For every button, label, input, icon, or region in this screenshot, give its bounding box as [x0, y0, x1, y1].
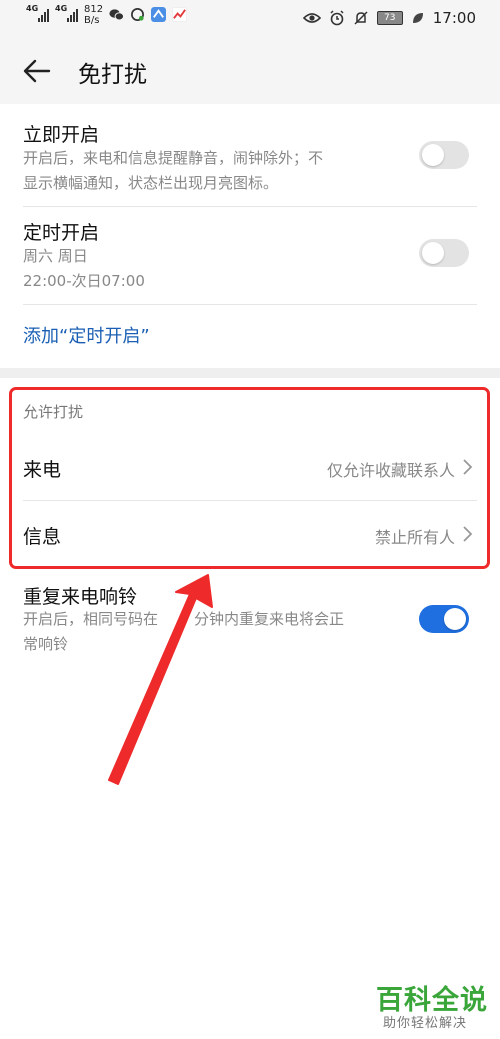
- status-bar: 4G 4G 812 B/s 73 17:00: [0, 0, 500, 38]
- dnd-settings-section: 立即开启 开启后，来电和信息提醒静音，闹钟除外；不 显示横幅通知，状态栏出现月亮…: [0, 104, 500, 368]
- alarm-icon: [330, 10, 344, 26]
- immediate-toggle[interactable]: [419, 141, 469, 169]
- add-schedule-link[interactable]: 添加“定时开启”: [23, 322, 150, 348]
- signal-label: 4G: [55, 4, 68, 13]
- back-arrow-icon[interactable]: [22, 56, 52, 86]
- calls-row[interactable]: 来电 仅允许收藏联系人: [0, 433, 500, 499]
- scheduled-time-range: 22:00-次日07:00: [23, 272, 145, 290]
- status-right: 73 17:00: [302, 9, 476, 27]
- immediate-description-line1: 开启后，来电和信息提醒静音，闹钟除外；不: [23, 149, 324, 167]
- divider: [23, 206, 477, 207]
- leaf-icon: [412, 13, 423, 23]
- repeat-calls-description-end: 分钟内重复来电将会正: [194, 610, 345, 628]
- repeat-calls-description-start: 开启后，相同号码在: [23, 610, 159, 628]
- watermark-subtitle: 助你轻松解决: [383, 1016, 468, 1031]
- net-speed-value: 812: [84, 4, 104, 15]
- calls-value: 仅允许收藏联系人: [326, 461, 455, 480]
- section-gap: [0, 368, 500, 378]
- scheduled-toggle[interactable]: [419, 239, 469, 267]
- net-speed-unit: B/s: [84, 15, 100, 26]
- clock: 17:00: [432, 9, 476, 27]
- eye-icon: [302, 13, 321, 23]
- messages-label: 信息: [23, 526, 62, 548]
- repeat-calls-title: 重复来电响铃: [23, 586, 138, 608]
- signal-icon: 4G: [55, 4, 78, 22]
- divider: [23, 304, 477, 305]
- immediate-title: 立即开启: [23, 124, 100, 146]
- message-icon: [131, 8, 145, 21]
- wechat-icon: [109, 9, 125, 21]
- messages-value: 禁止所有人: [374, 528, 455, 547]
- signal-label: 4G: [26, 4, 39, 13]
- signal-icon: 4G: [26, 4, 49, 22]
- chevron-right-icon: [463, 459, 473, 475]
- messages-row[interactable]: 信息 禁止所有人: [0, 501, 500, 567]
- scheduled-days: 周六 周日: [23, 247, 88, 265]
- allow-interruptions-section: 允许打扰 来电 仅允许收藏联系人 信息 禁止所有人 重复来电响铃 开启后，相同号…: [0, 378, 500, 678]
- scheduled-title: 定时开启: [23, 222, 100, 244]
- app-icon: [151, 7, 167, 22]
- chevron-right-icon: [463, 526, 473, 542]
- trend-icon: [172, 7, 188, 22]
- app-header: 免打扰: [0, 38, 500, 104]
- calls-label: 来电: [23, 459, 62, 481]
- battery-icon: 73: [376, 11, 403, 25]
- status-left: 4G 4G 812 B/s: [26, 4, 188, 26]
- immediate-description-line2: 显示横幅通知，状态栏出现月亮图标。: [23, 174, 279, 192]
- repeat-calls-toggle[interactable]: [419, 605, 469, 633]
- page-title: 免打扰: [78, 62, 147, 88]
- mute-bell-icon: [354, 11, 368, 25]
- net-speed: 812 B/s: [84, 4, 103, 26]
- repeat-calls-description-line1: 开启后，相同号码在 分钟内重复来电将会正: [23, 607, 344, 632]
- allow-section-label: 允许打扰: [23, 403, 84, 421]
- repeat-calls-description-line2: 常响铃: [23, 635, 69, 653]
